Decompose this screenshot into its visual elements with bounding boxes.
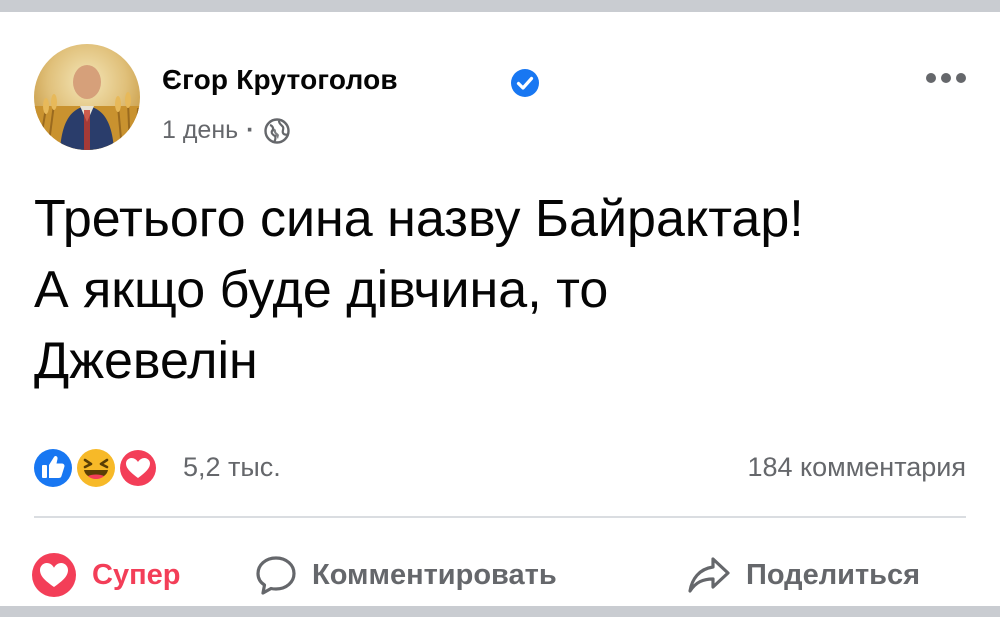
haha-icon bbox=[74, 446, 118, 490]
love-icon bbox=[32, 553, 76, 597]
post-card: Єгор Крутоголов 1 день · Третього сина н… bbox=[0, 12, 1000, 606]
super-label: Супер bbox=[92, 558, 181, 591]
post-text-line: Третього сина назву Байрактар! bbox=[34, 190, 804, 248]
bottom-separator bbox=[0, 606, 1000, 617]
share-arrow-icon bbox=[688, 557, 730, 593]
share-button[interactable]: Поделиться bbox=[686, 548, 920, 602]
like-icon bbox=[31, 446, 75, 490]
super-reaction-button[interactable]: Супер bbox=[30, 548, 180, 602]
reaction-count[interactable]: 5,2 тыс. bbox=[183, 452, 281, 483]
post-text-line: А якщо буде дівчина, то bbox=[34, 261, 609, 319]
meta-separator: · bbox=[246, 116, 255, 144]
comment-label: Комментировать bbox=[312, 558, 557, 591]
avatar-image bbox=[34, 65, 140, 150]
divider bbox=[34, 516, 966, 518]
reaction-icons[interactable] bbox=[30, 445, 166, 491]
comments-count[interactable]: 184 комментария bbox=[747, 452, 966, 483]
post-meta: 1 день · bbox=[162, 116, 291, 145]
post-text-line: Джевелін bbox=[34, 332, 258, 390]
globe-icon bbox=[263, 117, 290, 144]
post-time[interactable]: 1 день bbox=[162, 116, 238, 145]
post-text: Третього сина назву Байрактар! А якщо бу… bbox=[34, 184, 974, 397]
love-icon bbox=[117, 447, 159, 489]
comment-button[interactable]: Комментировать bbox=[254, 548, 557, 602]
avatar[interactable] bbox=[34, 44, 140, 150]
comment-icon bbox=[256, 556, 296, 595]
more-options-icon[interactable] bbox=[923, 68, 969, 88]
share-label: Поделиться bbox=[746, 558, 921, 591]
verified-badge-icon bbox=[511, 69, 539, 97]
author-name[interactable]: Єгор Крутоголов bbox=[162, 64, 398, 96]
top-separator bbox=[0, 0, 1000, 12]
